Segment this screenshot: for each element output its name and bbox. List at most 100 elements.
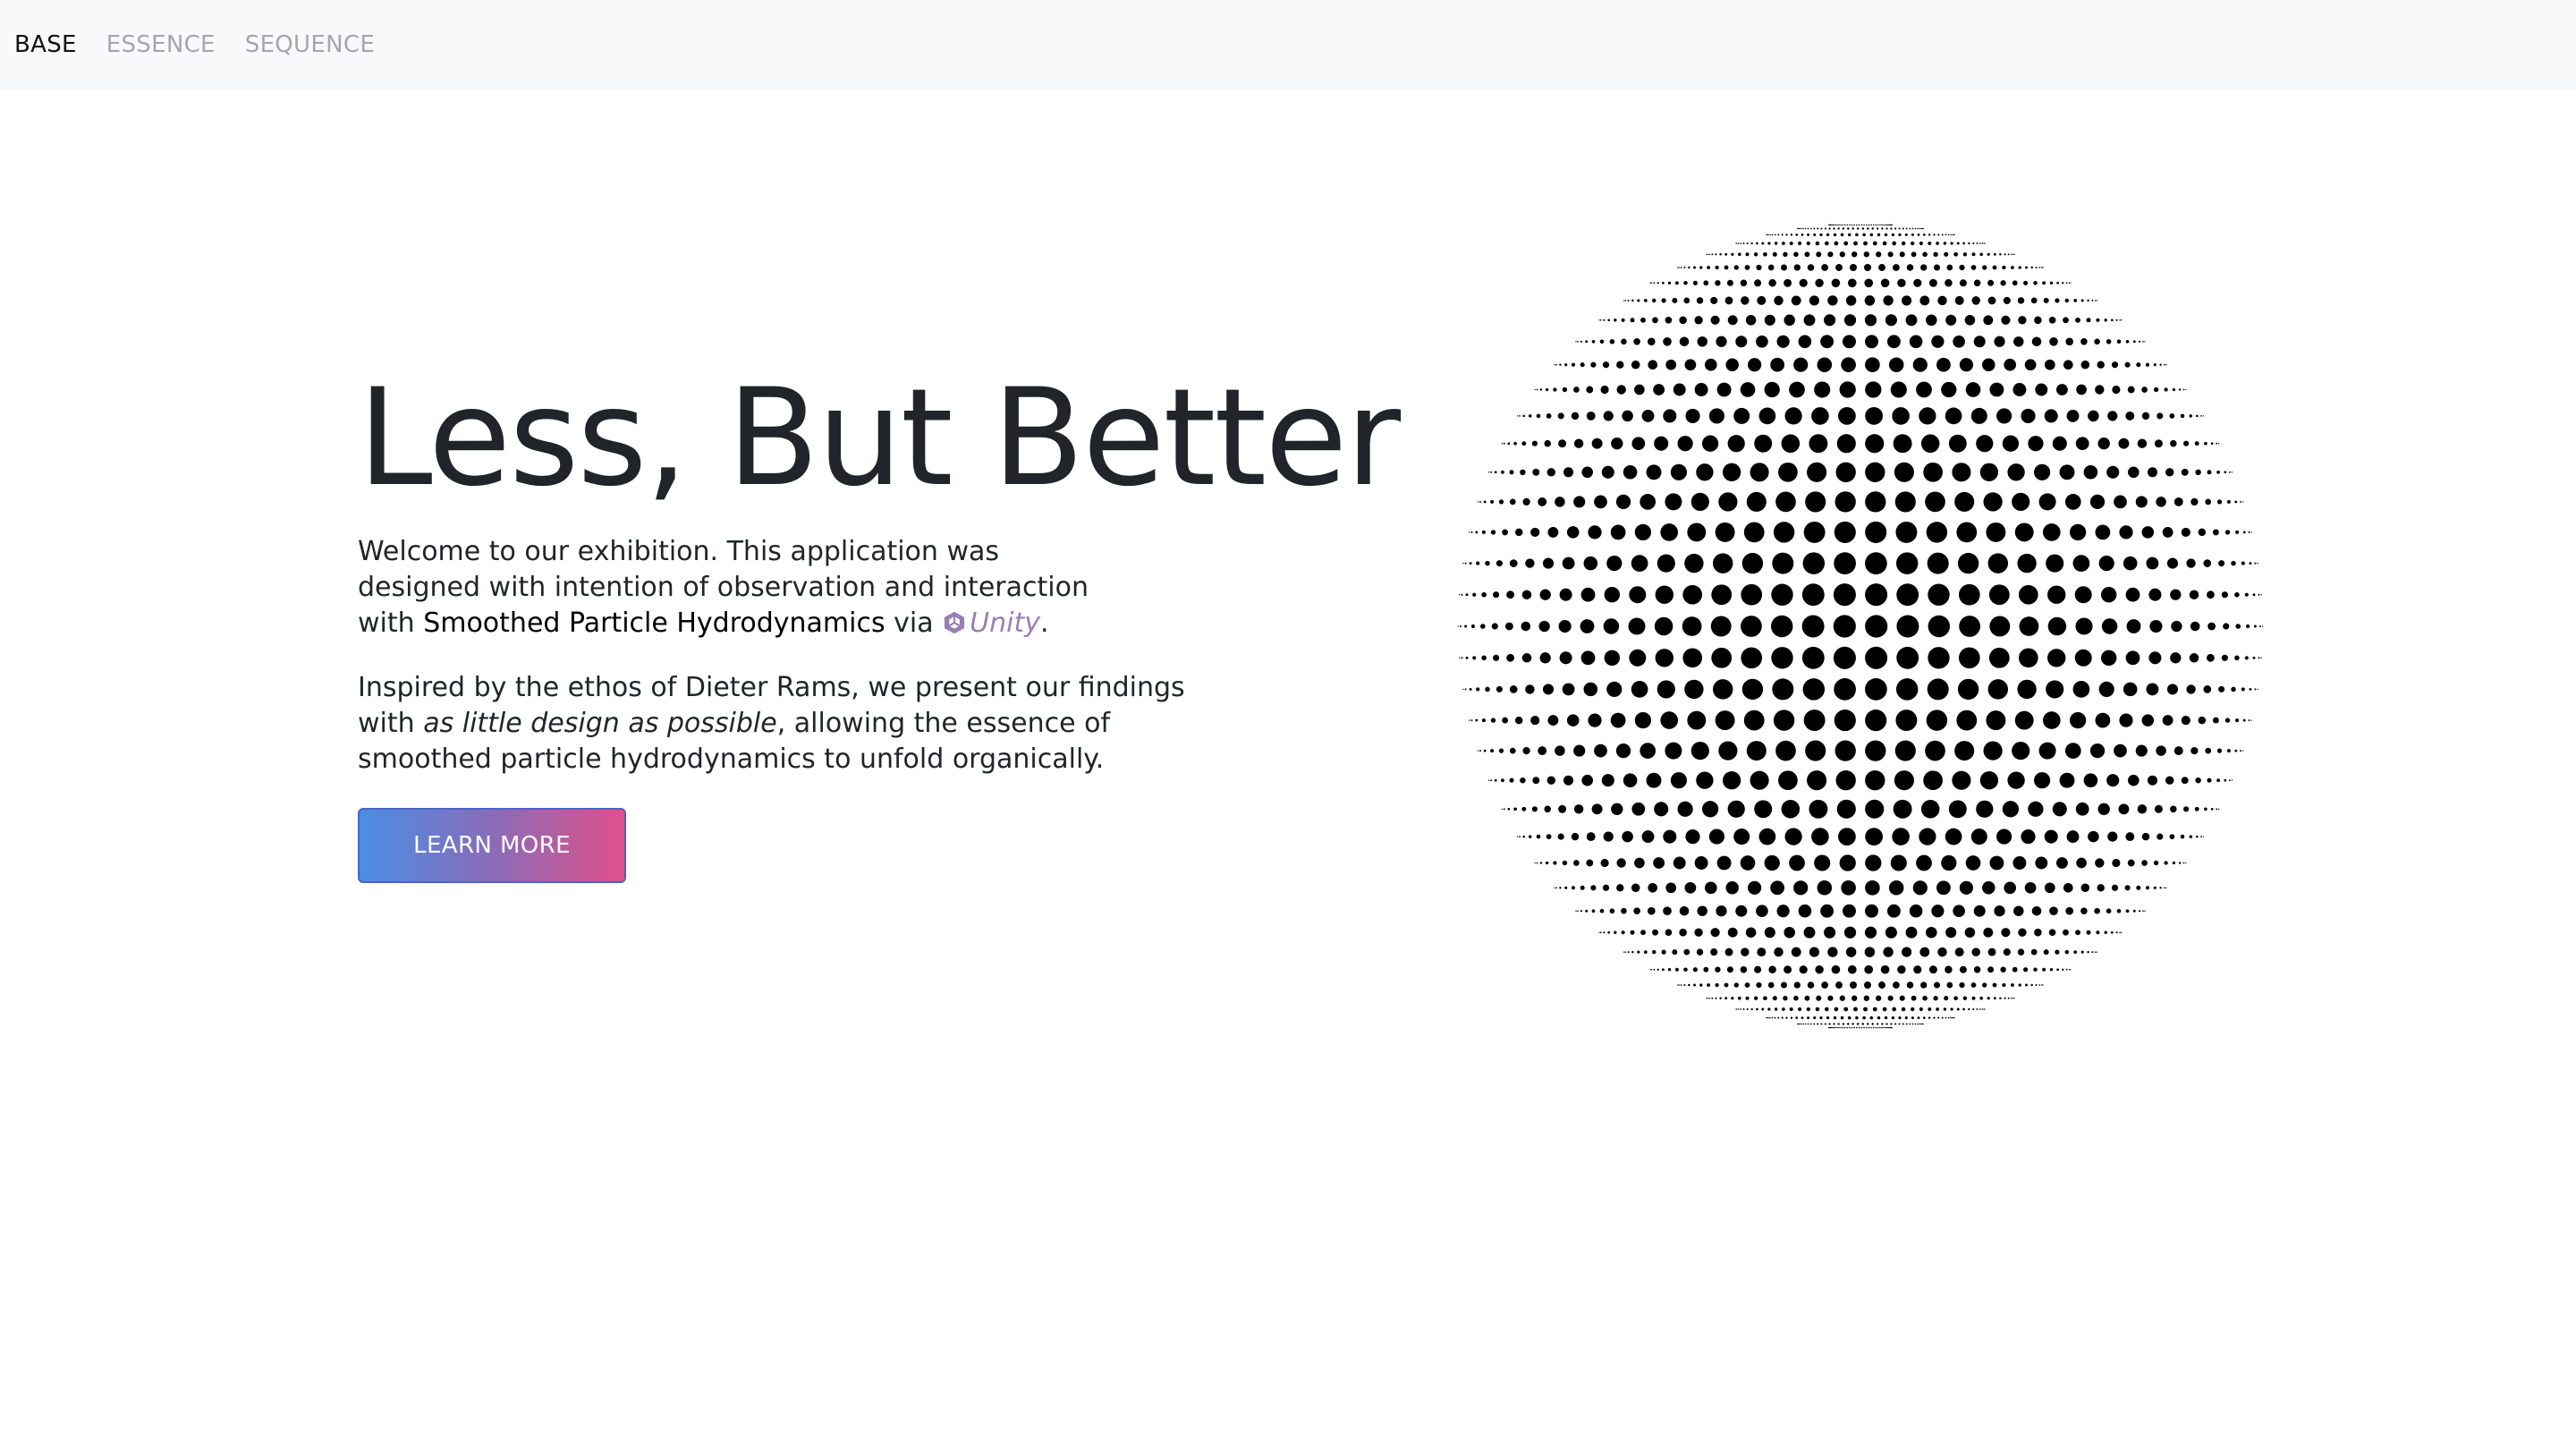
sphere-dot [2111,361,2119,369]
sphere-dot [1847,233,1852,237]
nav-item-sequence[interactable]: SEQUENCE [245,31,375,58]
sphere-dot [1831,964,1841,974]
sphere-dot [2088,830,2099,843]
sphere-dot [1898,1016,1902,1020]
sphere-dot [1814,854,1831,871]
sphere-dot [1500,778,1504,783]
sphere-dot [1888,880,1904,896]
sphere-dot [2121,931,2123,933]
sphere-dot [1804,227,1807,230]
sphere-dot [1737,242,1740,244]
sphere-dot [1806,1007,1810,1012]
sphere-dot [1694,928,1703,937]
sphere-dot [1655,649,1674,667]
sphere-dot [1756,242,1758,245]
sphere-dot [1726,279,1733,286]
sphere-dot [1479,500,1481,503]
sphere-dot [2250,719,2252,721]
sphere-dot [2034,316,2042,325]
sphere-dot [1722,771,1741,790]
sphere-dot [1838,828,1856,845]
sphere-dot [2244,656,2249,660]
sphere-dot [1539,862,1543,864]
sphere-dot [2126,619,2141,633]
sphere-dot [1867,1023,1869,1025]
sphere-dot [2094,338,2100,345]
sphere-dot [2097,361,2105,369]
sphere-dot [1954,295,1964,305]
sphere-dot [1660,523,1679,541]
nav-item-essence[interactable]: ESSENCE [106,31,216,58]
sphere-dot [1865,462,1885,482]
sphere-dot [2207,591,2215,599]
sphere-dot [1750,463,1769,482]
sphere-dot [2075,437,2089,451]
sphere-dot [2118,803,2130,815]
sphere-dot [2012,280,2018,286]
sphere-dot [2249,687,2252,691]
sphere-dot [1826,233,1830,237]
sphere-dot [1795,1016,1799,1019]
sphere-dot [1983,927,1994,938]
sphere-dot [1750,1007,1753,1011]
ethos-emphasis: as little design as possible [423,708,777,739]
sphere-dot [1740,382,1756,397]
sphere-dot [2194,441,2199,446]
sphere-dot [1962,252,1968,257]
sphere-dot [1553,861,1557,865]
sphere-dot [1772,996,1777,1001]
sphere-dot [1821,264,1828,271]
sphere-dot [1970,828,1987,845]
sphere-dot [1680,267,1682,268]
sphere-dot [1959,880,1973,895]
sphere-dot [1562,683,1575,696]
unity-link[interactable]: Unity [942,608,1040,639]
sphere-dot [1953,905,1965,918]
sphere-dot [1945,927,1957,939]
sphere-dot [2226,749,2231,753]
sphere-dot [2203,559,2212,567]
sphere-dot [1557,412,1564,420]
sphere-dot [1843,1026,1846,1029]
sphere-dot [1746,491,1767,512]
sphere-dot [1621,907,1627,914]
learn-more-button[interactable]: LEARN MORE [358,808,626,883]
sphere-dot [1737,1008,1740,1010]
sphere-dot [2181,777,2189,785]
sphere-dot [1824,1023,1826,1025]
sphere-dot [1839,251,1845,258]
sphere-dot [1927,552,1949,574]
sphere-dot [1824,314,1836,327]
sphere-dot [1920,227,1922,230]
sphere-dot [1937,295,1947,306]
sphere-dot [1834,521,1856,543]
sphere-dot [1682,584,1703,605]
sphere-dot [1677,267,1679,268]
sphere-dot [2141,387,2148,393]
sphere-dot [2043,949,2049,956]
sphere-dot [1897,964,1906,974]
sphere-dot [2146,557,2159,570]
sphere-dot [1718,741,1738,760]
sphere-dot [2148,588,2162,601]
nav-item-base[interactable]: BASE [14,31,77,58]
sphere-dot [2181,527,2190,537]
sphere-dot [1883,295,1894,306]
sphere-dot [2115,319,2118,321]
sphere-dot [2033,281,2038,285]
sphere-dot [1941,1016,1944,1019]
sphere-dot [2139,910,2141,913]
sphere-dot [2216,442,2218,445]
sphere-dot [1649,969,1651,971]
sphere-dot [1852,227,1854,230]
sphere-dot [1629,649,1647,667]
sphere-dot [1922,227,1924,230]
sphere-dot [2156,745,2166,756]
sphere-dot [1773,522,1795,543]
sphere-dot [1828,227,1831,230]
sphere-dot [2258,625,2261,627]
sphere-dot [1815,964,1824,974]
sphere-dot [2017,948,2025,956]
sphere-dot [2189,835,2193,838]
sphere-dot [1798,904,1812,918]
